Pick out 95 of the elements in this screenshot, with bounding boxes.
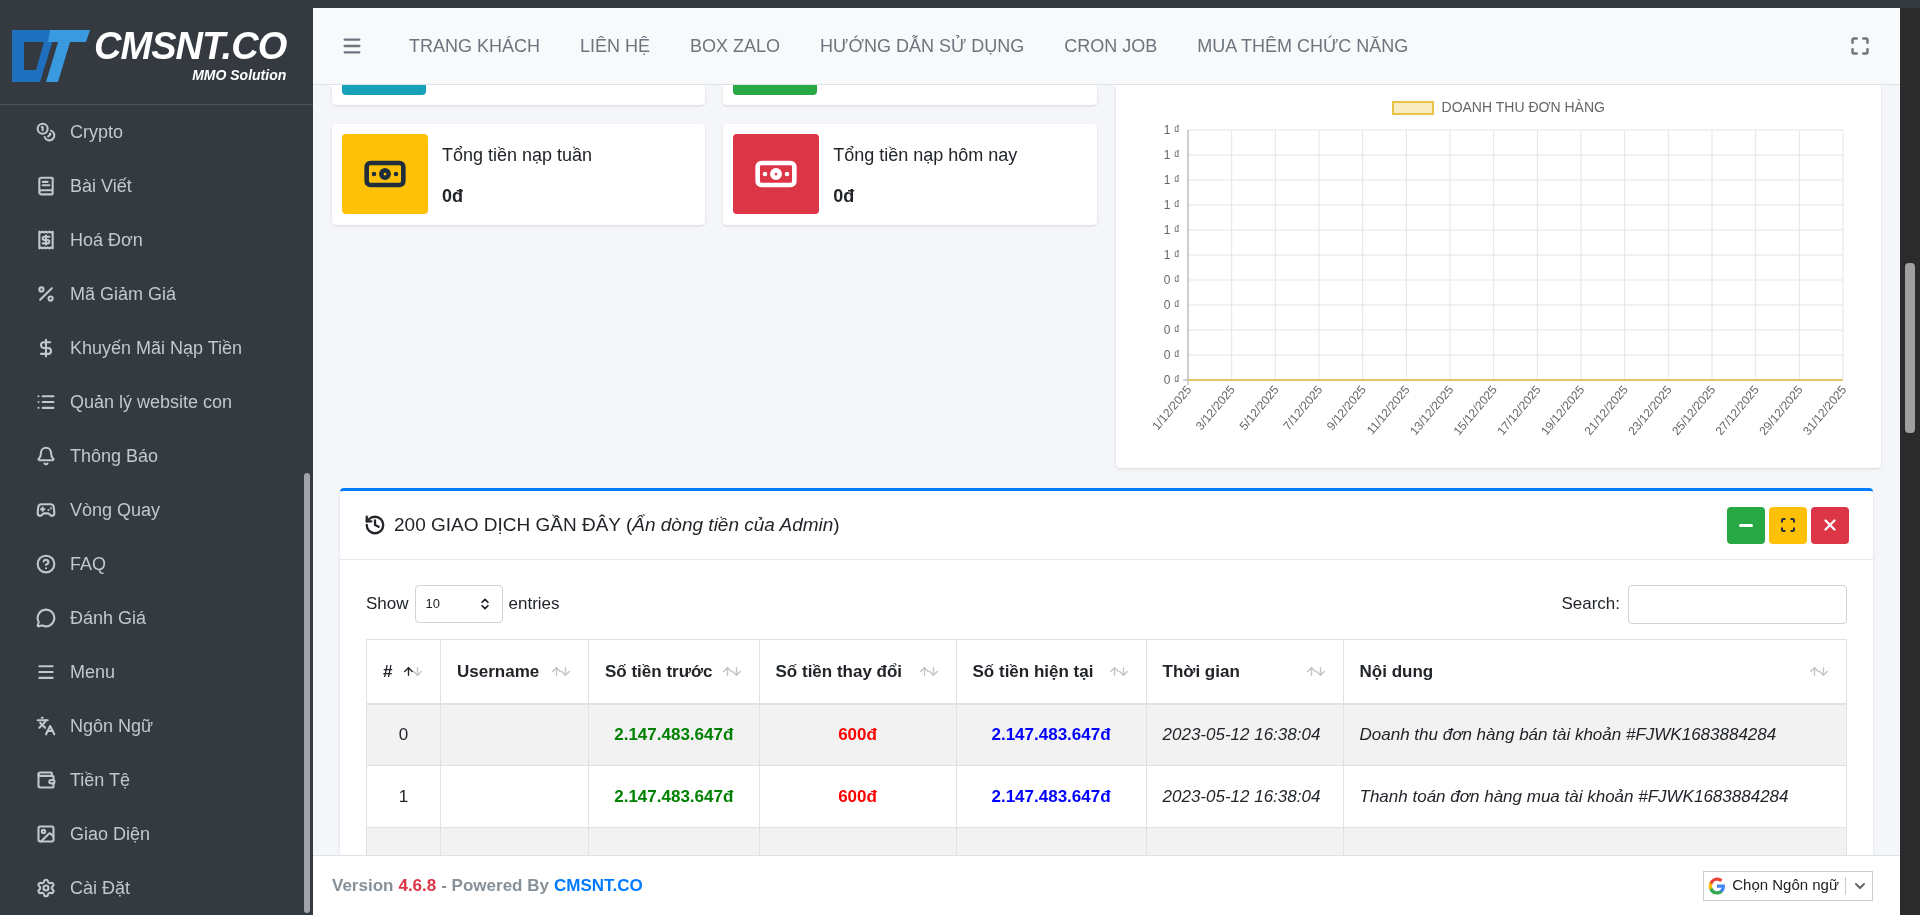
logo[interactable]: CMSNT.CO MMO Solution — [0, 8, 313, 105]
stat-label: Tổng tiền nạp hôm nay — [833, 144, 1018, 167]
stat-label: Tổng tiền nạp tuần — [442, 144, 593, 167]
sidebar-item[interactable]: Hoá Đơn — [0, 213, 313, 267]
stat-value: 0đ — [833, 185, 856, 208]
table-cell: Thanh toán đơn hàng mua tài khoản #FJWK1683884284 — [1343, 765, 1847, 828]
google-logo-icon — [1708, 876, 1727, 895]
y-tick-label: 1 ₫ — [1164, 223, 1181, 237]
table-cell: 1 — [366, 765, 441, 828]
table-cell: 2.147.483.647đ — [956, 703, 1147, 766]
sidebar-item-icon — [36, 716, 56, 736]
sidebar-item-icon — [36, 176, 56, 196]
y-tick-label: 1 ₫ — [1164, 148, 1181, 162]
close-button[interactable] — [1811, 506, 1849, 544]
sidebar-item-icon — [36, 284, 56, 304]
column-header[interactable]: Số tiền hiện tại — [956, 639, 1147, 704]
table-cell: 2023-05-12 16:38:04 — [1146, 703, 1344, 766]
logo-text: CMSNT.CO — [94, 26, 287, 65]
sidebar-item[interactable]: Bài Viết — [0, 159, 313, 213]
minus-icon — [1739, 523, 1753, 527]
sidebar-item-icon — [36, 608, 56, 628]
sidebar-item[interactable]: Khuyến Mãi Nạp Tiền — [0, 321, 313, 375]
search-field[interactable] — [1628, 584, 1847, 624]
sidebar-item[interactable]: Đánh Giá — [0, 591, 313, 645]
column-header[interactable]: Số tiền thay đổi — [759, 639, 957, 704]
sidebar-item[interactable]: Ngôn Ngữ — [0, 699, 313, 753]
sidebar-item-icon — [36, 230, 56, 250]
sidebar-item[interactable]: Giao Diện — [0, 807, 313, 861]
sidebar-item-icon — [36, 500, 56, 520]
entries-label: entries — [508, 593, 560, 616]
sidebar-item-icon — [36, 770, 56, 790]
y-tick-label: 1 ₫ — [1164, 248, 1181, 262]
close-icon — [1821, 516, 1839, 534]
y-tick-label: 0 ₫ — [1164, 298, 1181, 312]
column-header[interactable]: # — [366, 639, 441, 704]
navbar-link[interactable]: TRANG KHÁCH — [389, 32, 560, 60]
sidebar-item-icon — [36, 446, 56, 466]
sidebar-item[interactable]: Quản lý website con — [0, 375, 313, 429]
navbar-link[interactable]: CRON JOB — [1044, 32, 1178, 60]
page-size-select[interactable]: 10 — [414, 585, 503, 623]
search-label: Search: — [1561, 593, 1620, 616]
sidebar-item-icon — [36, 554, 56, 574]
legend-label: DOANH THU ĐƠN HÀNG — [1441, 98, 1605, 117]
y-tick-label: 0 ₫ — [1164, 273, 1181, 287]
table-cell: 0 — [366, 703, 441, 766]
table-cell: 600đ — [759, 765, 957, 828]
sidebar-item[interactable]: Tiền Tệ — [0, 753, 313, 807]
table-cell: 2.147.483.647đ — [956, 765, 1147, 828]
sidebar-item-icon — [36, 122, 56, 142]
sidebar-item[interactable]: FAQ — [0, 537, 313, 591]
logo-tagline: MMO Solution — [192, 65, 287, 85]
sidebar-item-icon — [36, 878, 56, 898]
navbar-link[interactable]: LIÊN HỆ — [560, 32, 671, 60]
y-tick-label: 1 ₫ — [1164, 198, 1181, 212]
sidebar-item-icon — [36, 392, 56, 412]
fullscreen-icon[interactable] — [1850, 36, 1870, 56]
footer-link[interactable]: CMSNT.CO — [553, 872, 643, 899]
table-cell: 2.147.483.647đ — [588, 703, 760, 766]
table-cell: 600đ — [759, 703, 957, 766]
column-header[interactable]: Username — [440, 639, 589, 704]
column-header[interactable]: Thời gian — [1146, 639, 1344, 704]
table-cell: 2023-05-12 16:38:04 — [1146, 765, 1344, 828]
maximize-button[interactable] — [1769, 506, 1807, 544]
powered-by-text: - Powered By — [441, 874, 549, 897]
stat-value: 0đ — [442, 185, 464, 208]
expand-icon — [1780, 517, 1796, 533]
y-tick-label: 1 ₫ — [1164, 173, 1181, 187]
table-cell: Doanh thu đơn hàng bán tài khoản #FJWK1683884284 — [1343, 703, 1847, 766]
column-header[interactable]: Số tiền trước — [588, 639, 760, 704]
sidebar-scrollbar[interactable] — [304, 473, 310, 913]
show-label: Show — [366, 593, 409, 616]
sidebar-item[interactable]: Mã Giảm Giá — [0, 267, 313, 321]
y-tick-label: 1 ₫ — [1164, 123, 1181, 137]
sidebar-item[interactable]: Thông Báo — [0, 429, 313, 483]
y-tick-label: 0 ₫ — [1164, 323, 1181, 337]
y-tick-label: 0 ₫ — [1164, 373, 1181, 387]
menu-icon[interactable] — [341, 35, 363, 57]
sidebar-item-icon — [36, 824, 56, 844]
sidebar-item[interactable]: Cài Đặt — [0, 861, 313, 915]
navbar-link[interactable]: MUA THÊM CHỨC NĂNG — [1177, 32, 1429, 60]
sidebar-item[interactable]: Vòng Quay — [0, 483, 313, 537]
page-scrollbar[interactable] — [1900, 8, 1920, 915]
sidebar-item[interactable]: Crypto — [0, 105, 313, 159]
version-label: Version — [332, 874, 394, 897]
language-select[interactable]: Chọn Ngôn ngữ — [1703, 870, 1873, 901]
sidebar-item[interactable]: Menu — [0, 645, 313, 699]
table-cell: 2.147.483.647đ — [588, 765, 760, 828]
navbar-link[interactable]: HƯỚNG DẪN SỬ DỤNG — [800, 32, 1045, 60]
version-number: 4.6.8 — [398, 874, 437, 897]
sidebar-item-icon — [36, 662, 56, 682]
history-icon — [364, 514, 386, 536]
y-tick-label: 0 ₫ — [1164, 348, 1181, 362]
navbar-link[interactable]: BOX ZALO — [670, 32, 801, 60]
column-header[interactable]: Nội dung — [1343, 639, 1847, 704]
card-title: 200 GIAO DỊCH GẦN ĐÂY (Ẩn dòng tiền của Admin) — [394, 512, 840, 537]
